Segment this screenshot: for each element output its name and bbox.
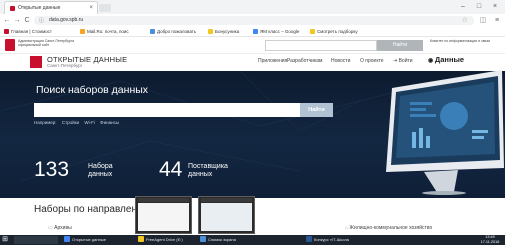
page-info-icon[interactable]: ⓘ	[39, 17, 44, 26]
thumbnail-titlebar	[138, 198, 189, 202]
hero-title: Поиск наборов данных	[36, 84, 149, 96]
search-examples: Например: Стройки Wi-Fi Финансы	[34, 120, 123, 125]
monitor-illustration	[386, 70, 504, 195]
nav-login[interactable]: ⇥ Войти	[393, 58, 413, 64]
window-thumbnail[interactable]	[198, 196, 255, 234]
clock-date: 17.11.2016	[480, 240, 500, 244]
bookmarks-bar: Главная | Стоимост Mail.Ru: почта, поис …	[0, 27, 505, 37]
screenshot-icon	[200, 236, 206, 242]
taskbar-clock[interactable]: 13:49 17.11.2016	[476, 235, 504, 245]
spb-emblem-icon[interactable]	[5, 39, 15, 51]
examples-label: Например:	[34, 120, 57, 125]
bookmark-item[interactable]: Смотреть подборку	[310, 27, 358, 36]
reload-icon[interactable]: C	[22, 14, 32, 27]
extension-icon[interactable]: ◫	[478, 15, 488, 26]
data-icon: ◉	[428, 58, 435, 64]
site-subtitle: Санкт-Петербург	[47, 63, 83, 68]
direction-housing[interactable]: ⌂ Жилищно-коммунальное хозяйство	[345, 225, 432, 231]
windows-start-icon[interactable]: ⊞	[0, 235, 10, 245]
taskbar-item[interactable]: Снимок экрана	[200, 235, 236, 245]
menu-icon[interactable]: ≡	[492, 15, 502, 26]
example-link[interactable]: Wi-Fi	[84, 120, 95, 125]
word-icon	[306, 236, 312, 242]
back-icon[interactable]: ←	[2, 14, 12, 27]
site-favicon-icon	[10, 6, 15, 11]
dataset-search-input[interactable]	[34, 103, 300, 117]
folder-icon	[138, 236, 144, 242]
example-link[interactable]: Финансы	[100, 120, 119, 125]
bookmark-item[interactable]: Добро пожаловать	[150, 27, 196, 36]
forward-icon[interactable]: →	[12, 14, 22, 27]
bookmark-item[interactable]: Главная | Стоимост	[4, 27, 52, 36]
bookmark-favicon-icon	[253, 29, 258, 34]
address-bar[interactable]: ⓘ data.gov.spb.ru ☆	[34, 16, 474, 25]
gov-search-input[interactable]	[265, 40, 377, 51]
url-text: data.gov.spb.ru	[49, 17, 84, 23]
nav-developers[interactable]: Разработчикам	[287, 58, 323, 64]
taskbar-item[interactable]: Конкурс «IT-Школа	[306, 235, 349, 245]
gov-banner-right-text[interactable]: Комитет по информатизации и связи	[430, 39, 502, 43]
direction-archives[interactable]: ▭ Архивы	[48, 225, 72, 231]
bookmark-favicon-icon	[80, 29, 85, 34]
bookmark-item[interactable]: Mail.Ru: почта, поис	[80, 27, 129, 36]
datasets-count[interactable]: 133	[34, 158, 69, 182]
site-logo-icon[interactable]	[30, 56, 42, 68]
bookmark-item[interactable]: Бонусуника	[208, 27, 239, 36]
minimize-button[interactable]: –	[456, 2, 470, 12]
bookmark-star-icon[interactable]: ☆	[462, 16, 468, 25]
taskbar-item[interactable]: FreeAgent Drive (E:)	[138, 235, 183, 245]
taskbar-search-box[interactable]	[14, 236, 58, 244]
bookmark-favicon-icon	[4, 29, 9, 34]
providers-count-label[interactable]: Поставщика данных	[188, 163, 238, 179]
bookmark-favicon-icon	[150, 29, 155, 34]
example-link[interactable]: Стройки	[62, 120, 79, 125]
gov-search-button[interactable]: Найти	[377, 40, 423, 51]
gov-banner-text[interactable]: Администрация Санкт-Петербурга официальн…	[18, 39, 78, 47]
nav-data[interactable]: ◉ Данные	[428, 55, 464, 64]
folder-icon	[208, 29, 213, 34]
folder-icon	[310, 29, 315, 34]
bookmark-item[interactable]: ЯМ класс – Google	[253, 27, 299, 36]
datasets-count-label[interactable]: Набора данных	[88, 163, 122, 179]
chrome-icon	[64, 236, 70, 242]
maximize-button[interactable]: □	[472, 2, 486, 12]
providers-count[interactable]: 44	[159, 158, 182, 182]
browser-tab[interactable]: Открытые данные ×	[4, 1, 98, 15]
thumbnail-titlebar	[201, 198, 252, 202]
new-tab-button[interactable]	[99, 4, 111, 12]
nav-news[interactable]: Новости	[331, 58, 350, 64]
thumbnail-preview	[138, 203, 189, 231]
nav-about[interactable]: О проекте	[360, 58, 384, 64]
window-thumbnail[interactable]	[135, 196, 192, 234]
dataset-search-button[interactable]: Найти	[300, 103, 333, 117]
nav-apps[interactable]: Приложения	[258, 58, 287, 64]
close-window-button[interactable]: ×	[488, 2, 502, 12]
taskbar-item[interactable]: Открытые данные	[64, 235, 106, 245]
thumbnail-preview	[201, 203, 252, 231]
